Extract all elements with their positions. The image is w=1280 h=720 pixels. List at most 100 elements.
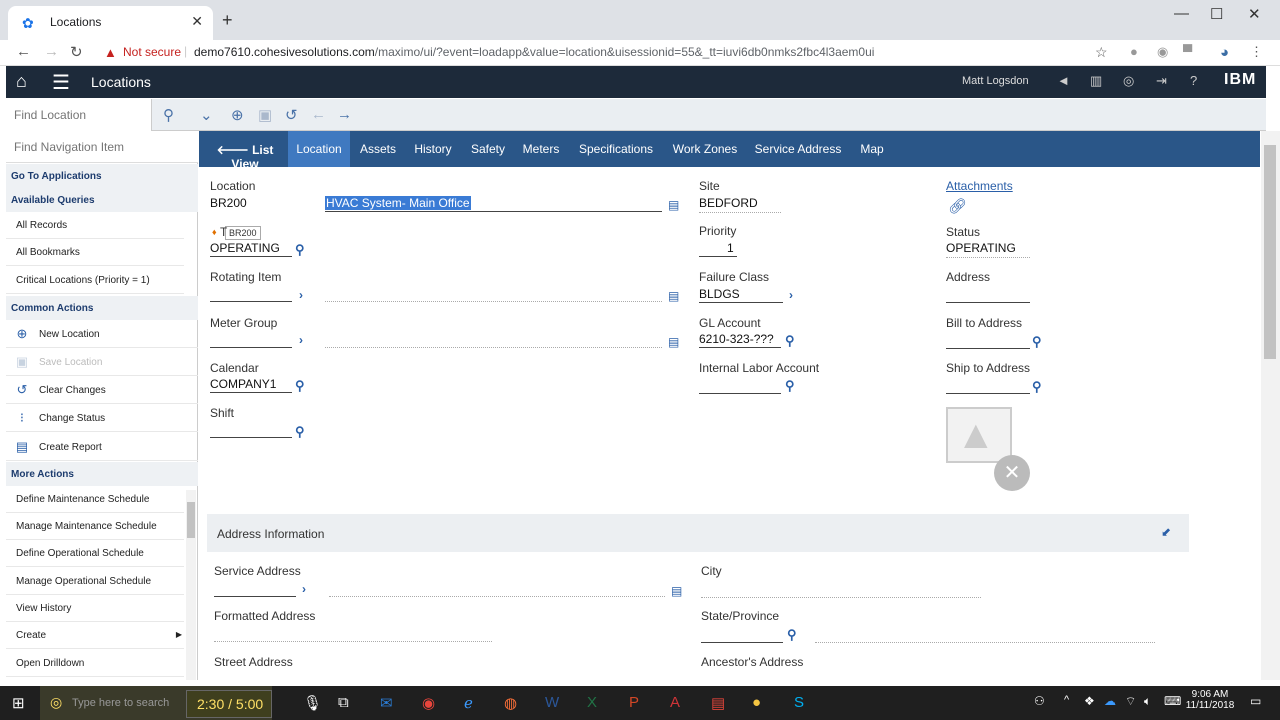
chevron-down-icon[interactable]: ⌄ [200,106,213,124]
word-icon[interactable]: W [545,694,559,711]
tab-work-zones[interactable]: Work Zones [668,131,742,167]
profile-avatar-icon[interactable]: ◕ [1220,44,1229,61]
page-scroll-thumb[interactable] [1264,145,1276,359]
query-item[interactable]: All Records [6,212,184,239]
next-record-icon[interactable]: → [337,106,352,123]
back-icon[interactable]: ← [16,43,31,60]
chevron-right-icon[interactable]: › [789,288,793,302]
state-province-underline[interactable] [701,642,783,643]
extension-icon[interactable]: ● [1130,44,1138,59]
gl-account-field[interactable]: 6210-323-??? [699,332,774,346]
more-action-item[interactable]: View History [6,595,184,622]
long-description-icon[interactable]: ▤ [671,584,682,598]
forward-icon[interactable]: → [44,43,59,60]
go-to-applications-header[interactable]: Go To Applications [6,164,198,188]
tab-location[interactable]: Location [288,131,350,167]
more-action-item[interactable]: Define Operational Schedule [6,540,184,567]
notifications-icon[interactable]: ▭ [1250,694,1261,708]
acrobat-icon[interactable]: A [670,694,680,711]
microphone-icon[interactable]: 🎙︎ [303,694,322,712]
shift-search-icon[interactable]: ⚲ [295,424,305,440]
app-icon[interactable]: ● [752,694,761,711]
people-icon[interactable]: ⚇ [1034,694,1045,708]
hamburger-menu-icon[interactable]: ☰ [52,70,70,95]
bill-to-underline[interactable] [946,348,1030,349]
internal-labor-underline[interactable] [699,393,781,394]
powerpoint-icon[interactable]: P [629,694,639,711]
extension-icon[interactable]: ▀ [1183,44,1192,59]
ship-to-search-icon[interactable]: ⚲ [1032,379,1042,395]
chevron-right-icon[interactable]: › [299,288,303,302]
new-location-action[interactable]: ⊕ New Location [6,320,198,348]
query-item[interactable]: Critical Locations (Priority = 1) [6,267,184,294]
help-icon[interactable]: ? [1190,73,1197,88]
more-action-item[interactable]: Open Drilldown [6,650,184,677]
tab-history[interactable]: History [409,131,457,167]
internal-labor-search-icon[interactable]: ⚲ [785,378,795,394]
find-navigation-input[interactable] [6,131,198,163]
description-field[interactable]: HVAC System- Main Office [325,196,471,210]
edge-icon[interactable]: ℯ [464,694,473,712]
remove-image-icon[interactable]: ✕ [994,455,1030,491]
maximize-icon[interactable]: ☐ [1210,5,1223,23]
long-description-icon[interactable]: ▤ [668,289,679,303]
tab-assets[interactable]: Assets [354,131,402,167]
shift-underline[interactable] [210,437,292,438]
meter-group-underline[interactable] [210,347,292,348]
clear-changes-action[interactable]: ↺ Clear Changes [6,376,198,404]
state-search-icon[interactable]: ⚲ [787,627,797,643]
save-icon[interactable]: ▣ [258,106,272,124]
network-icon[interactable]: ⌔ [1125,694,1136,709]
paperclip-icon[interactable]: 🔗︎ [948,197,967,215]
chrome-icon[interactable]: ◉ [422,694,435,712]
sidebar-scroll-thumb[interactable] [187,502,195,538]
address-information-header[interactable]: Address Information ⬋ [207,514,1189,552]
profile-icon[interactable]: ◎ [1123,73,1134,89]
new-tab-icon[interactable]: + [222,10,233,31]
tab-meters[interactable]: Meters [518,131,564,167]
address-underline[interactable] [946,302,1030,303]
tab-map[interactable]: Map [855,131,889,167]
tab-service-address[interactable]: Service Address [751,131,845,167]
clear-changes-icon[interactable]: ↺ [285,106,298,124]
browser-menu-icon[interactable]: ⋮ [1250,44,1263,60]
task-view-icon[interactable]: ⧉ [338,694,349,711]
priority-field[interactable]: 1 [727,241,734,255]
image-placeholder-icon[interactable]: ▲ [946,407,1012,463]
sign-out-icon[interactable]: ⇥ [1156,73,1167,89]
more-action-item[interactable]: Manage Maintenance Schedule [6,513,184,540]
reload-icon[interactable]: ↻ [70,43,83,61]
more-action-item[interactable]: Manage Operational Schedule [6,568,184,595]
page-scrollbar[interactable] [1261,131,1280,680]
onedrive-icon[interactable]: ☁ [1104,694,1116,708]
browser-tab[interactable]: ✿ Locations ✕ [8,6,213,40]
long-description-icon[interactable]: ▤ [668,335,679,349]
close-window-icon[interactable]: ✕ [1248,5,1261,23]
minimize-icon[interactable]: — [1174,5,1189,22]
tab-specifications[interactable]: Specifications [572,131,660,167]
excel-icon[interactable]: X [587,694,597,711]
pdf-icon[interactable]: ▤ [711,694,725,712]
more-action-item[interactable]: Create ▶ [6,622,184,649]
more-action-item[interactable]: Define Maintenance Schedule [6,486,184,513]
long-description-icon[interactable]: ▤ [668,198,679,212]
create-report-action[interactable]: ▤ Create Report [6,433,198,461]
sidebar-scrollbar[interactable] [186,490,196,680]
tab-list-view[interactable]: 🡐 List View [203,131,287,171]
find-location-input[interactable] [6,99,152,131]
rotating-item-underline[interactable] [210,301,292,302]
location-field[interactable]: BR200 [210,196,247,210]
new-record-icon[interactable]: ⊕ [231,106,244,124]
type-search-icon[interactable]: ⚲ [295,242,305,258]
search-icon[interactable]: ⚲ [163,106,174,124]
reports-icon[interactable]: ▥ [1090,73,1102,89]
ship-to-underline[interactable] [946,393,1030,394]
service-address-underline[interactable] [214,596,296,597]
attachments-link[interactable]: Attachments [946,179,1013,193]
close-tab-icon[interactable]: ✕ [191,13,203,30]
bookmark-star-icon[interactable]: ☆ [1095,44,1108,61]
url-field[interactable]: demo7610.cohesivesolutions.com/maximo/ui… [194,45,874,59]
gl-account-search-icon[interactable]: ⚲ [785,333,795,349]
home-icon[interactable]: ⌂ [16,71,27,92]
not-secure-label[interactable]: Not secure [123,45,181,59]
